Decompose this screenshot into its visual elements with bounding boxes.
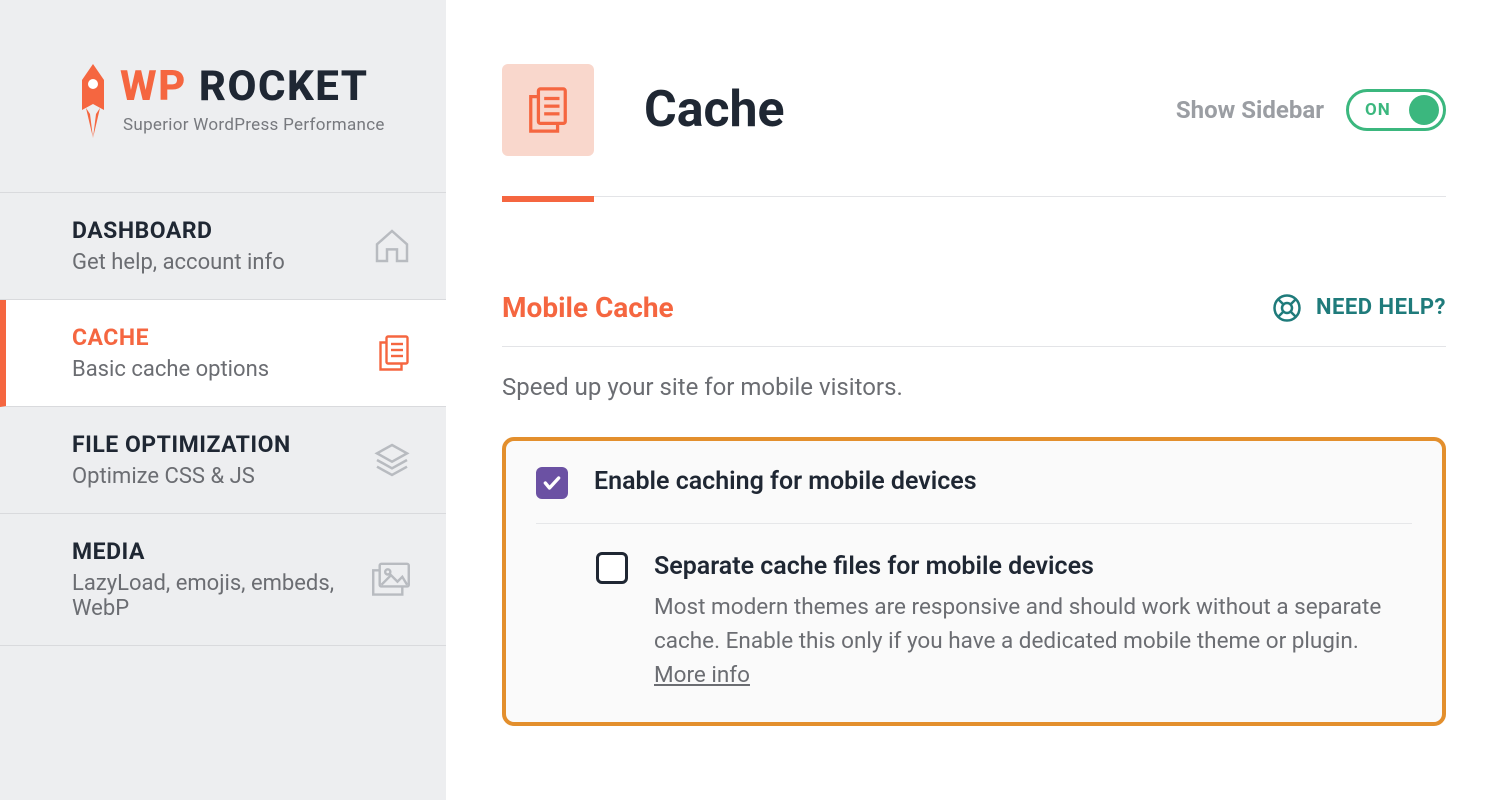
- option-label: Separate cache files for mobile devices: [654, 552, 1412, 581]
- nav-sub: LazyLoad, emojis, embeds, WebP: [72, 571, 370, 621]
- show-sidebar-toggle[interactable]: Show Sidebar ON: [1176, 89, 1446, 131]
- nav-title: MEDIA: [72, 538, 370, 565]
- checkbox-enable-mobile[interactable]: [536, 467, 568, 499]
- divider: [502, 346, 1446, 347]
- nav-title: CACHE: [72, 324, 269, 351]
- sidebar: WP ROCKET Superior WordPress Performance…: [0, 0, 446, 800]
- sidebar-item-file-optimization[interactable]: FILE OPTIMIZATION Optimize CSS & JS: [0, 407, 446, 514]
- main: Cache Show Sidebar ON Mobile Cache: [446, 0, 1506, 800]
- nav-sub: Get help, account info: [72, 250, 285, 275]
- toggle-state: ON: [1365, 100, 1391, 120]
- rocket-icon: [74, 64, 112, 144]
- nav-title: FILE OPTIMIZATION: [72, 431, 291, 458]
- help-label: NEED HELP?: [1316, 295, 1446, 320]
- lifebuoy-icon: [1272, 293, 1302, 323]
- option-label: Enable caching for mobile devices: [594, 467, 977, 496]
- document-icon: [376, 333, 412, 373]
- sidebar-item-cache[interactable]: CACHE Basic cache options: [0, 300, 446, 407]
- checkbox-separate-cache[interactable]: [596, 552, 628, 584]
- mobile-cache-options: Enable caching for mobile devices Separa…: [502, 437, 1446, 726]
- nav-sub: Basic cache options: [72, 357, 269, 382]
- need-help-link[interactable]: NEED HELP?: [1272, 293, 1446, 323]
- more-info-link[interactable]: More info: [654, 662, 750, 688]
- nav-sub: Optimize CSS & JS: [72, 464, 291, 489]
- layers-icon: [372, 440, 412, 480]
- sidebar-item-dashboard[interactable]: DASHBOARD Get help, account info: [0, 193, 446, 300]
- logo-tagline: Superior WordPress Performance: [123, 115, 385, 135]
- home-icon: [372, 226, 412, 266]
- toggle-switch[interactable]: ON: [1346, 89, 1446, 131]
- divider: [536, 523, 1412, 524]
- nav-title: DASHBOARD: [72, 217, 285, 244]
- option-enable-mobile-caching: Enable caching for mobile devices: [536, 467, 1412, 499]
- logo-text: WP ROCKET: [120, 66, 385, 108]
- content: Mobile Cache NEED HELP? Speed up your si…: [446, 197, 1506, 726]
- header-icon-box: [502, 64, 594, 156]
- page-title: Cache: [644, 81, 1126, 139]
- logo: WP ROCKET Superior WordPress Performance: [0, 36, 446, 192]
- page-header: Cache Show Sidebar ON: [446, 0, 1506, 156]
- images-icon: [370, 561, 412, 599]
- toggle-knob: [1409, 95, 1439, 125]
- option-separate-cache: Separate cache files for mobile devices …: [536, 552, 1412, 692]
- toggle-label: Show Sidebar: [1176, 96, 1324, 124]
- document-icon: [525, 84, 571, 136]
- section-description: Speed up your site for mobile visitors.: [502, 373, 1446, 401]
- option-description: Most modern themes are responsive and sh…: [654, 591, 1412, 692]
- nav: DASHBOARD Get help, account info CACHE B…: [0, 192, 446, 646]
- sidebar-item-media[interactable]: MEDIA LazyLoad, emojis, embeds, WebP: [0, 514, 446, 646]
- check-icon: [542, 473, 562, 493]
- section-title: Mobile Cache: [502, 291, 674, 324]
